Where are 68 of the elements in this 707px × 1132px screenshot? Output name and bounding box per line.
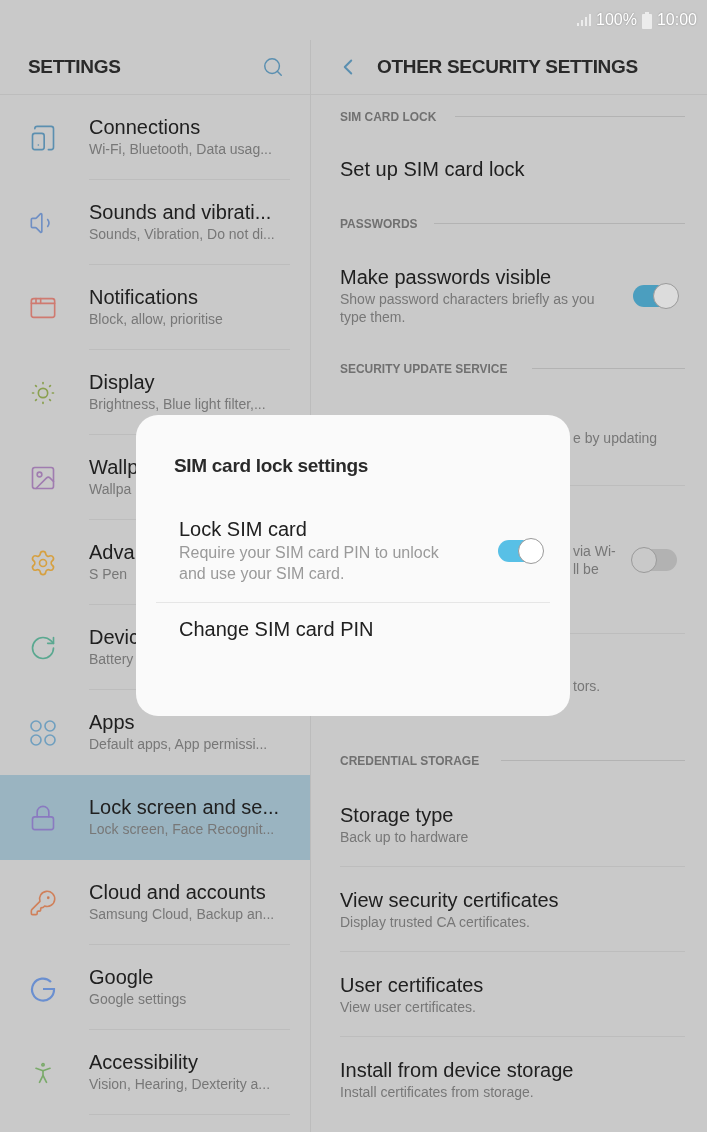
dialog-option-title[interactable]: Lock SIM card	[179, 517, 480, 542]
setting-description: via Wi-	[573, 541, 617, 560]
item-title: Accessibility	[89, 1050, 198, 1075]
settings-menu-item[interactable]: Sounds and vibrati... Sounds, Vibration, Do not di...	[0, 180, 310, 265]
setting-title[interactable]: Set up SIM card lock	[340, 157, 685, 182]
setting-description: ll be	[573, 559, 600, 578]
settings-menu-item[interactable]: Connections Wi-Fi, Bluetooth, Data usag...	[0, 95, 310, 180]
setting-title[interactable]: User certificates	[340, 972, 685, 998]
settings-title: SETTINGS	[28, 56, 121, 78]
key-icon	[29, 888, 57, 917]
setting-description: Show password characters briefly as you type them.	[340, 290, 596, 326]
item-title: Notifications	[89, 285, 198, 310]
battery-icon	[641, 11, 652, 29]
setting-title[interactable]: Make passwords visible	[340, 265, 619, 290]
dialog-option-description: Require your SIM card PIN to unlock and use your SIM card.	[179, 543, 440, 584]
setting-description: Display trusted CA certificates.	[340, 912, 531, 931]
item-subtitle: Brightness, Blue light filter,...	[89, 395, 266, 414]
item-title: Sounds and vibrati...	[89, 200, 272, 225]
item-title: Devic	[89, 625, 139, 650]
section-header: SIM CARD LOCK	[340, 109, 437, 124]
item-title: Connections	[89, 115, 201, 140]
signal-icon	[577, 14, 592, 26]
gear-icon	[29, 548, 57, 577]
item-subtitle: Battery	[89, 650, 134, 669]
settings-menu-item[interactable]: Cloud and accounts Samsung Cloud, Backup an...	[0, 860, 310, 945]
item-title: Google	[89, 965, 154, 990]
item-title: Apps	[89, 710, 135, 735]
dialog-option-title[interactable]: Change SIM card PIN	[179, 617, 550, 642]
section-header: SECURITY UPDATE SERVICE	[340, 361, 508, 376]
settings-menu-item[interactable]: Google Google settings	[0, 945, 310, 1030]
item-title: Lock screen and se...	[89, 795, 280, 820]
setting-description: View user certificates.	[340, 997, 477, 1016]
item-subtitle: Wallpa	[89, 480, 132, 499]
toggle-switch[interactable]	[633, 284, 677, 307]
search-icon[interactable]	[262, 56, 284, 78]
settings-menu-item[interactable]: Accessibility Vision, Hearing, Dexterity a...	[0, 1030, 310, 1115]
item-title: Cloud and accounts	[89, 880, 266, 905]
setting-title[interactable]: Storage type	[340, 802, 685, 828]
settings-menu-item[interactable]: Lock screen and se... Lock screen, Face Recognit...	[0, 775, 310, 860]
setting-description: Back up to hardware	[340, 827, 470, 846]
item-title: Wallp	[89, 455, 139, 480]
settings-menu-item[interactable]: Apps Default apps, App permissi...	[0, 690, 310, 775]
item-subtitle: Lock screen, Face Recognit...	[89, 820, 275, 839]
item-title: Adva	[89, 540, 135, 565]
item-subtitle: Samsung Cloud, Backup an...	[89, 905, 275, 924]
item-subtitle: Google settings	[89, 990, 187, 1009]
four-circles-icon	[29, 718, 57, 747]
setting-description: e by updating	[573, 428, 659, 447]
setting-title[interactable]: Install from device storage	[340, 1057, 685, 1083]
setting-description: tors.	[573, 677, 602, 695]
item-title: Display	[89, 370, 155, 395]
toggle-switch[interactable]	[498, 539, 542, 562]
dialog-title: SIM card lock settings	[173, 455, 369, 477]
settings-menu-item[interactable]: Notifications Block, allow, prioritise	[0, 265, 310, 350]
item-subtitle: Default apps, App permissi...	[89, 735, 268, 754]
item-subtitle: Wi-Fi, Bluetooth, Data usag...	[89, 140, 272, 159]
setting-title[interactable]: View security certificates	[340, 887, 685, 913]
item-subtitle: S Pen	[89, 565, 128, 584]
item-subtitle: Block, allow, prioritise	[89, 310, 223, 329]
item-subtitle: Vision, Hearing, Dexterity a...	[89, 1075, 271, 1094]
toggle-switch[interactable]	[633, 548, 677, 571]
lock-icon	[29, 803, 57, 832]
device-icon	[29, 123, 57, 152]
item-subtitle: Sounds, Vibration, Do not di...	[89, 225, 275, 244]
page-title: OTHER SECURITY SETTINGS	[377, 56, 638, 78]
setting-description: Install certificates from storage.	[340, 1082, 535, 1101]
section-header: CREDENTIAL STORAGE	[340, 753, 480, 768]
section-header: PASSWORDS	[340, 216, 418, 231]
